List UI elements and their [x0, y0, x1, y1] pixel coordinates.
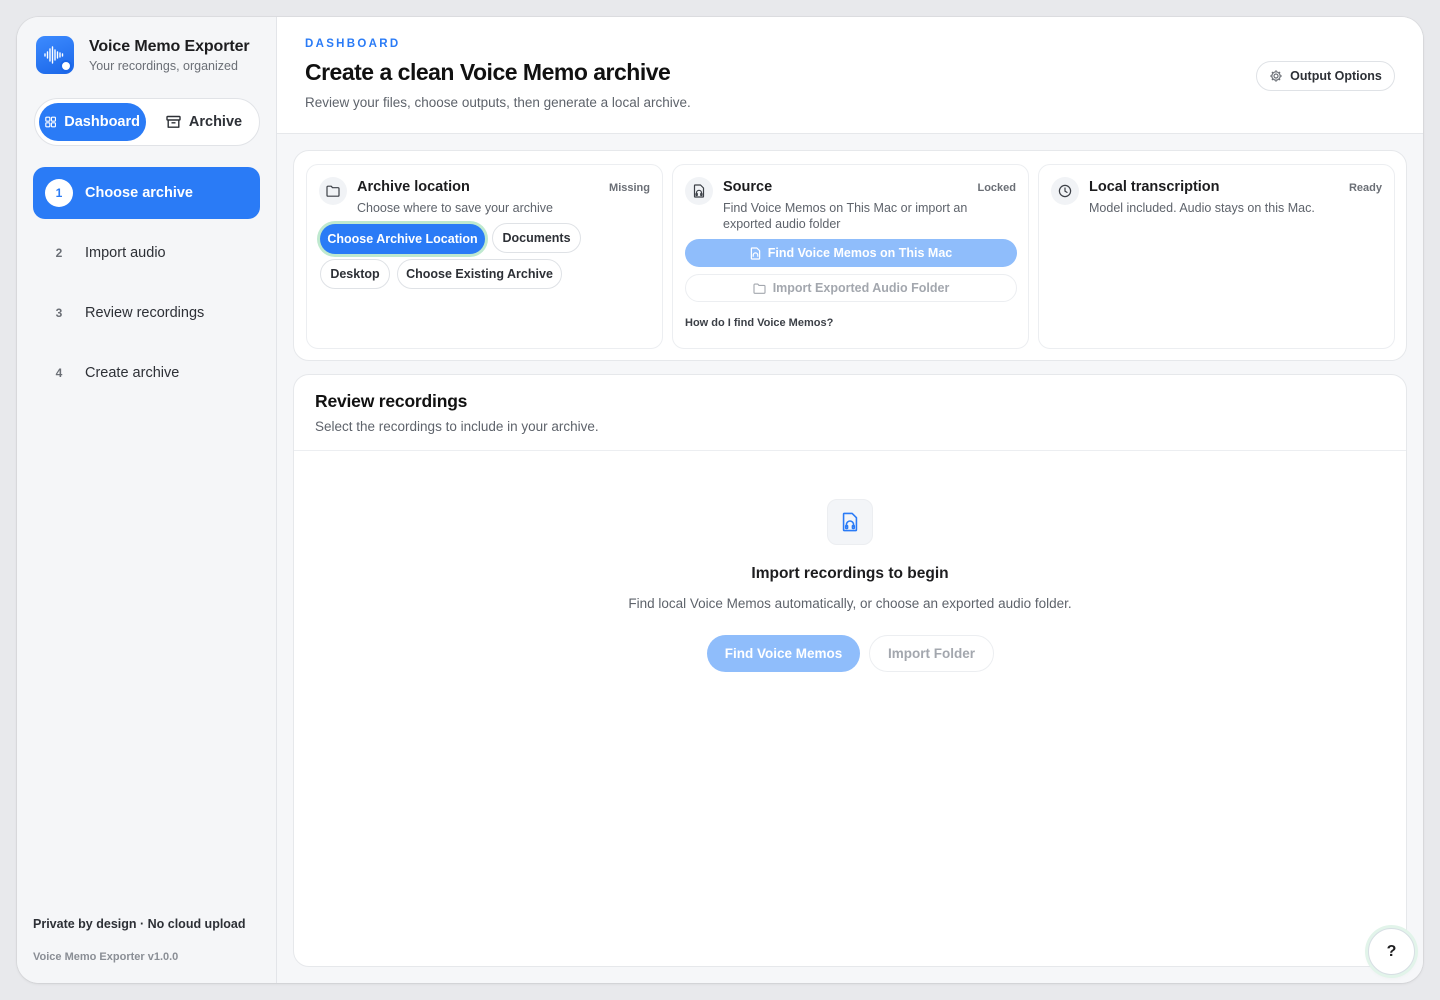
- main-content: DASHBOARD Create a clean Voice Memo arch…: [277, 17, 1423, 983]
- desktop-button[interactable]: Desktop: [320, 259, 390, 289]
- view-switcher: Dashboard Archive: [34, 98, 260, 146]
- app-title: Voice Memo Exporter: [89, 37, 250, 55]
- import-exported-audio-folder-button[interactable]: Import Exported Audio Folder: [685, 274, 1017, 302]
- card-description: Model included. Audio stays on this Mac.: [1089, 201, 1315, 215]
- step-number: 4: [55, 366, 63, 380]
- step-import-audio[interactable]: 2 Import audio: [33, 227, 260, 279]
- review-title: Review recordings: [315, 391, 468, 411]
- step-create-archive[interactable]: 4 Create archive: [33, 347, 260, 399]
- button-label: Import Exported Audio Folder: [772, 281, 950, 295]
- page-subtitle: Review your files, choose outputs, then …: [305, 95, 691, 110]
- dashboard-tab-label: Dashboard: [64, 114, 140, 130]
- archive-location-card: Archive location Missing Choose where to…: [306, 164, 663, 349]
- card-title: Source: [723, 179, 773, 195]
- review-subtitle: Select the recordings to include in your…: [315, 419, 599, 434]
- empty-state-subtitle: Find local Voice Memos automatically, or…: [628, 596, 1072, 611]
- page-title: Create a clean Voice Memo archive: [305, 59, 671, 85]
- setup-cards: Archive location Missing Choose where to…: [293, 150, 1407, 361]
- review-recordings-panel: Review recordings Select the recordings …: [293, 374, 1407, 967]
- card-title: Local transcription: [1089, 179, 1220, 195]
- button-label: Find Voice Memos on This Mac: [767, 246, 953, 260]
- audio-file-icon: [827, 499, 873, 545]
- button-label: Documents: [502, 231, 571, 245]
- step-number: 3: [55, 306, 63, 320]
- grid-icon: [45, 116, 57, 128]
- local-transcription-card: Local transcription Ready Model included…: [1038, 164, 1395, 349]
- audio-file-icon: [750, 246, 760, 260]
- button-label: Desktop: [330, 267, 380, 281]
- step-number: 1: [45, 179, 73, 207]
- step-label: Create archive: [85, 365, 180, 381]
- step-review-recordings[interactable]: 3 Review recordings: [33, 287, 260, 339]
- sidebar: Voice Memo Exporter Your recordings, org…: [17, 17, 277, 983]
- gear-icon: [1270, 70, 1282, 82]
- app-window: Voice Memo Exporter Your recordings, org…: [17, 17, 1423, 983]
- step-number: 2: [55, 246, 63, 260]
- status-badge: Missing: [609, 182, 650, 194]
- import-folder-button[interactable]: Import Folder: [869, 635, 994, 672]
- step-list: 1 Choose archive 2 Import audio 3 Review…: [33, 167, 260, 407]
- step-label: Choose archive: [85, 185, 193, 201]
- step-label: Review recordings: [85, 305, 205, 321]
- dashboard-tab[interactable]: Dashboard: [39, 103, 146, 141]
- archive-box-icon: [166, 115, 181, 128]
- privacy-note: Private by design · No cloud upload: [33, 917, 246, 931]
- output-options-label: Output Options: [1290, 69, 1382, 83]
- button-label: Choose Archive Location: [327, 232, 478, 246]
- clock-icon: [1051, 177, 1079, 205]
- find-voice-memos-button[interactable]: Find Voice Memos: [707, 635, 860, 672]
- page-eyebrow: DASHBOARD: [305, 38, 401, 50]
- button-label: Choose Existing Archive: [406, 267, 553, 281]
- empty-state-title: Import recordings to begin: [751, 565, 949, 582]
- step-choose-archive[interactable]: 1 Choose archive: [33, 167, 260, 219]
- audio-file-icon: [685, 177, 713, 205]
- badge-icon: [60, 60, 72, 72]
- archive-tab-label: Archive: [188, 114, 243, 130]
- card-description: Find Voice Memos on This Mac or import a…: [723, 201, 968, 231]
- page-header: DASHBOARD Create a clean Voice Memo arch…: [277, 17, 1423, 134]
- app-logo-icon: [36, 36, 74, 74]
- archive-tab[interactable]: Archive: [154, 103, 254, 141]
- choose-existing-archive-button[interactable]: Choose Existing Archive: [397, 259, 562, 289]
- status-badge: Ready: [1348, 182, 1382, 194]
- output-options-button[interactable]: Output Options: [1256, 61, 1395, 91]
- choose-archive-location-button[interactable]: Choose Archive Location: [320, 224, 485, 254]
- step-label: Import audio: [85, 245, 166, 261]
- source-card: Source Locked Find Voice Memos on This M…: [672, 164, 1029, 349]
- documents-button[interactable]: Documents: [492, 223, 581, 253]
- folder-icon: [319, 177, 347, 205]
- app-subtitle: Your recordings, organized: [89, 58, 238, 73]
- how-to-find-voice-memos-link[interactable]: How do I find Voice Memos?: [685, 317, 833, 329]
- review-header: Review recordings Select the recordings …: [294, 375, 1406, 451]
- card-description: Choose where to save your archive: [357, 201, 553, 215]
- find-voice-memos-on-mac-button[interactable]: Find Voice Memos on This Mac: [685, 239, 1017, 267]
- folder-icon: [753, 283, 766, 294]
- brand: Voice Memo Exporter Your recordings, org…: [36, 36, 250, 74]
- status-badge: Locked: [977, 182, 1016, 194]
- version-label: Voice Memo Exporter v1.0.0: [33, 951, 179, 963]
- card-title: Archive location: [357, 179, 470, 195]
- help-button[interactable]: ?: [1368, 928, 1415, 975]
